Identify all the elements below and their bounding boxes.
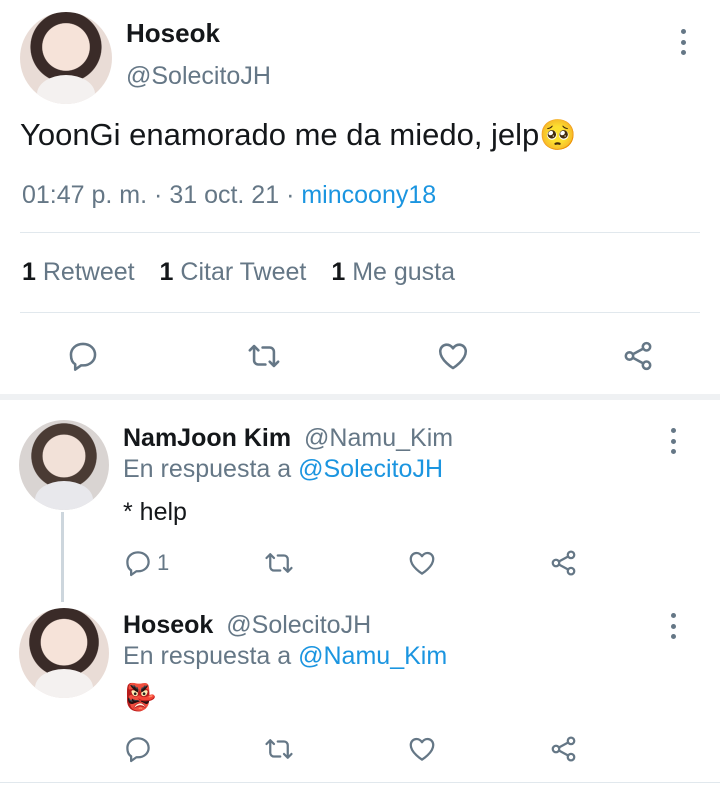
meta-separator: ·	[154, 181, 163, 209]
retweet-icon	[265, 739, 293, 759]
retweets-stat[interactable]: 1 Retweet	[22, 258, 135, 286]
reply-button[interactable]: 1	[123, 548, 169, 578]
more-options-icon[interactable]	[670, 428, 676, 454]
reply-context: En respuesta a @SolecitoJH	[123, 455, 443, 484]
reply-icon	[126, 551, 150, 577]
tweet-date: 31 oct. 21	[169, 181, 280, 209]
handle[interactable]: @Namu_Kim	[304, 424, 453, 452]
reply-count: 1	[157, 550, 170, 575]
handle[interactable]: @SolecitoJH	[126, 62, 271, 91]
tweet-source-link[interactable]: mincoony18	[301, 181, 436, 209]
tweet-metadata: 01:47 p. m. · 31 oct. 21 · mincoony18	[22, 181, 436, 210]
share-icon	[624, 341, 652, 371]
tweet-text-body: YoonGi enamorado me da miedo, jelp	[20, 117, 540, 152]
reply-button[interactable]	[123, 734, 153, 764]
display-name[interactable]: NamJoon Kim	[123, 424, 291, 452]
more-options-icon[interactable]	[680, 29, 686, 55]
retweet-button[interactable]	[262, 548, 296, 578]
retweet-button[interactable]	[262, 734, 296, 764]
goblin-emoji: 👺	[124, 682, 157, 712]
retweet-button[interactable]	[245, 339, 283, 373]
reply-header: Hoseok @SolecitoJH	[123, 611, 371, 640]
reply-to-link[interactable]: @SolecitoJH	[298, 455, 443, 483]
reply-to-link[interactable]: @Namu_Kim	[298, 642, 447, 670]
share-button[interactable]	[548, 548, 579, 578]
tweet-text: YoonGi enamorado me da miedo, jelp🥺	[20, 117, 577, 153]
reply-header: NamJoon Kim @Namu_Kim	[123, 424, 453, 453]
like-button[interactable]	[436, 339, 470, 373]
reply-button[interactable]	[66, 339, 100, 373]
retweet-icon	[265, 553, 293, 573]
share-button[interactable]	[620, 339, 656, 373]
reply-prefix: En respuesta a	[123, 455, 292, 483]
like-button[interactable]	[407, 548, 437, 578]
reply-icon	[126, 737, 150, 763]
display-name[interactable]: Hoseok	[123, 611, 213, 639]
meta-separator: ·	[286, 181, 295, 209]
tweet-stats: 1 Retweet 1 Citar Tweet 1 Me gusta	[22, 258, 455, 287]
share-icon	[551, 550, 576, 576]
pleading-face-emoji: 🥺	[539, 119, 577, 152]
avatar[interactable]	[20, 12, 112, 104]
reply-prefix: En respuesta a	[123, 642, 292, 670]
more-options-icon[interactable]	[670, 613, 676, 639]
divider	[0, 782, 720, 783]
avatar[interactable]	[19, 608, 109, 698]
display-name[interactable]: Hoseok	[126, 18, 220, 49]
divider	[20, 312, 700, 313]
share-icon	[551, 736, 576, 762]
thread-line	[61, 512, 64, 602]
likes-stat[interactable]: 1 Me gusta	[331, 258, 455, 286]
heart-icon	[438, 343, 468, 370]
section-divider	[0, 394, 720, 400]
reply-context: En respuesta a @Namu_Kim	[123, 642, 447, 671]
like-button[interactable]	[407, 734, 437, 764]
reply-text: * help	[123, 498, 187, 526]
retweet-icon	[248, 344, 280, 368]
avatar[interactable]	[19, 420, 109, 510]
tweet-time: 01:47 p. m.	[22, 181, 148, 209]
heart-icon	[409, 551, 435, 575]
quotes-stat[interactable]: 1 Citar Tweet	[160, 258, 307, 286]
share-button[interactable]	[548, 734, 579, 764]
divider	[20, 232, 700, 233]
handle[interactable]: @SolecitoJH	[226, 611, 371, 639]
reply-icon	[69, 342, 97, 371]
heart-icon	[409, 737, 435, 761]
